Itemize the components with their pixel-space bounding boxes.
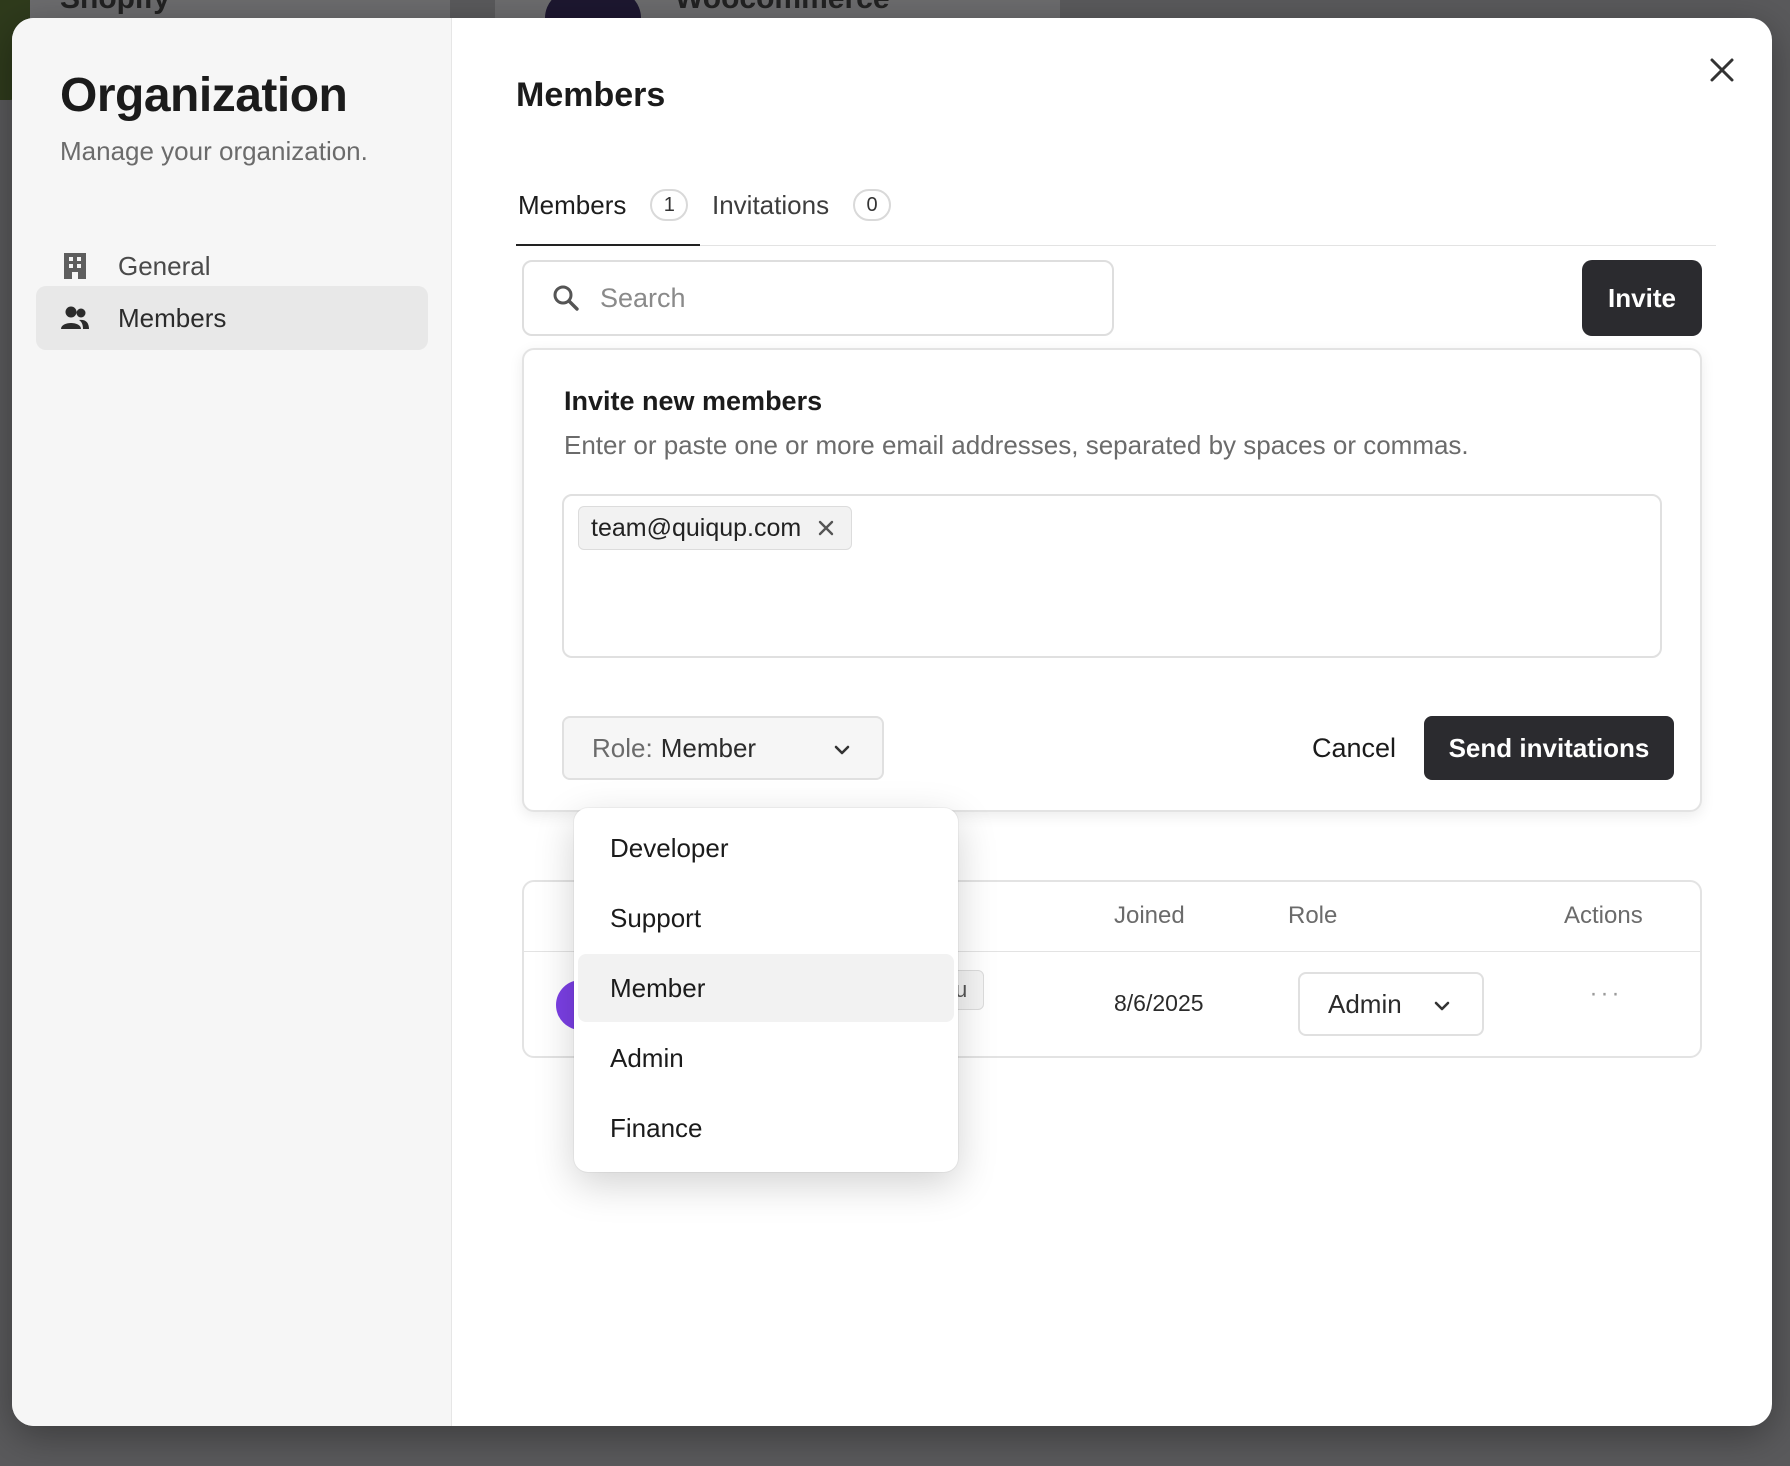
background-app-name: Shopify	[60, 0, 170, 16]
joined-date: 8/6/2025	[1114, 990, 1204, 1016]
tab-label: Members	[518, 190, 627, 220]
sidebar-item-label: Members	[118, 302, 227, 333]
role-option-admin[interactable]: Admin	[578, 1024, 954, 1092]
more-actions-button[interactable]: ···	[1576, 974, 1636, 1014]
send-invitations-button[interactable]: Send invitations	[1424, 716, 1674, 780]
cancel-button[interactable]: Cancel	[1284, 716, 1424, 780]
invite-panel-description: Enter or paste one or more email address…	[564, 430, 1469, 460]
chevron-down-icon	[834, 745, 850, 755]
page-title: Members	[516, 76, 666, 114]
remove-email-button[interactable]	[815, 517, 837, 539]
invite-panel-title: Invite new members	[564, 386, 823, 416]
close-icon	[819, 520, 834, 536]
email-chip-label: team@quiqup.com	[591, 513, 802, 542]
role-option-finance[interactable]: Finance	[578, 1094, 954, 1162]
search-box	[522, 260, 1114, 336]
close-icon	[1710, 58, 1734, 82]
tab-count-badge: 0	[853, 189, 892, 221]
tabs: Members 1 Invitations 0	[516, 176, 1716, 246]
email-input-area[interactable]: team@quiqup.com	[562, 494, 1662, 658]
sidebar-title: Organization	[60, 69, 348, 122]
role-option-support[interactable]: Support	[578, 884, 954, 952]
sidebar: Organization Manage your organization. G…	[12, 18, 452, 1426]
background-app-name-2: Woocommerce	[675, 0, 890, 16]
invite-panel: Invite new members Enter or paste one or…	[522, 348, 1702, 812]
close-button[interactable]	[1702, 50, 1742, 90]
role-dropdown-menu: Developer Support Member Admin Finance	[574, 808, 958, 1172]
column-header-actions: Actions	[1564, 902, 1643, 929]
role-select-value: Member	[660, 732, 757, 763]
invite-button[interactable]: Invite	[1582, 260, 1702, 336]
role-select[interactable]: Role: Member	[562, 716, 884, 780]
role-option-member[interactable]: Member	[578, 954, 954, 1022]
tab-invitations[interactable]: Invitations 0	[712, 176, 912, 246]
tab-count-badge: 1	[650, 189, 689, 221]
tab-label: Invitations	[712, 190, 830, 220]
role-select-key: Role:	[592, 732, 653, 763]
search-icon	[553, 285, 579, 311]
chevron-down-icon	[1434, 1001, 1450, 1011]
member-role-value: Admin	[1328, 988, 1402, 1019]
sidebar-subtitle: Manage your organization.	[60, 136, 368, 166]
sidebar-item-label: General	[118, 250, 211, 281]
member-role-select[interactable]: Admin	[1298, 972, 1484, 1036]
search-input[interactable]	[600, 282, 1080, 314]
users-icon	[60, 303, 90, 333]
building-icon	[60, 251, 90, 281]
background-avatar	[545, 0, 641, 18]
tab-members[interactable]: Members 1	[516, 176, 700, 246]
column-header-joined: Joined	[1114, 902, 1185, 929]
column-header-role: Role	[1288, 902, 1338, 929]
sidebar-item-members[interactable]: Members	[36, 286, 428, 350]
email-chip: team@quiqup.com	[578, 506, 853, 550]
organization-modal: Organization Manage your organization. G…	[12, 18, 1772, 1426]
role-option-developer[interactable]: Developer	[578, 814, 954, 882]
